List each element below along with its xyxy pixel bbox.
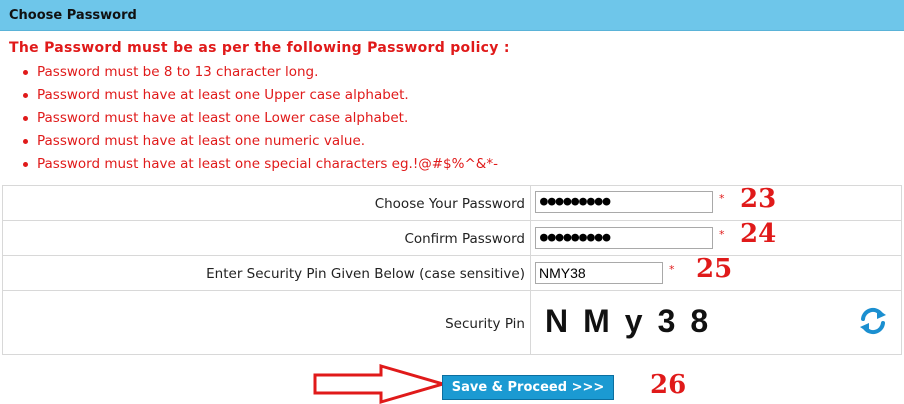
step-number: 25 (696, 254, 733, 284)
password-field[interactable]: ●●●●●●●●● (535, 191, 713, 213)
security-pin-label: Security Pin (445, 316, 525, 332)
policy-list: Password must be 8 to 13 character long.… (22, 64, 498, 179)
policy-heading: The Password must be as per the followin… (9, 40, 510, 56)
save-proceed-button[interactable]: Save & Proceed >>> (442, 375, 614, 400)
section-title: Choose Password (9, 8, 137, 23)
pin-entry-row: Enter Security Pin Given Below (case sen… (3, 256, 901, 291)
policy-item: Password must be 8 to 13 character long. (22, 64, 498, 87)
refresh-icon[interactable] (858, 306, 888, 336)
confirm-password-field[interactable]: ●●●●●●●●● (535, 227, 713, 249)
captcha-image: NMy38 (545, 303, 724, 339)
policy-item: Password must have at least one special … (22, 156, 498, 179)
pin-entry-label: Enter Security Pin Given Below (case sen… (206, 266, 525, 282)
right-arrow-icon (313, 364, 447, 404)
policy-item: Password must have at least one Lower ca… (22, 110, 498, 133)
step-number: 23 (740, 184, 777, 214)
confirm-password-label: Confirm Password (404, 231, 525, 247)
step-number: 26 (650, 370, 687, 400)
section-header: Choose Password (0, 0, 904, 31)
security-pin-row: Security Pin (3, 291, 901, 355)
security-pin-input[interactable]: NMY38 (535, 262, 663, 284)
required-marker: * (719, 192, 725, 205)
required-marker: * (719, 228, 725, 241)
password-label: Choose Your Password (374, 196, 525, 212)
policy-item: Password must have at least one numeric … (22, 133, 498, 156)
required-marker: * (669, 263, 675, 276)
policy-item: Password must have at least one Upper ca… (22, 87, 498, 110)
step-number: 24 (740, 219, 777, 249)
